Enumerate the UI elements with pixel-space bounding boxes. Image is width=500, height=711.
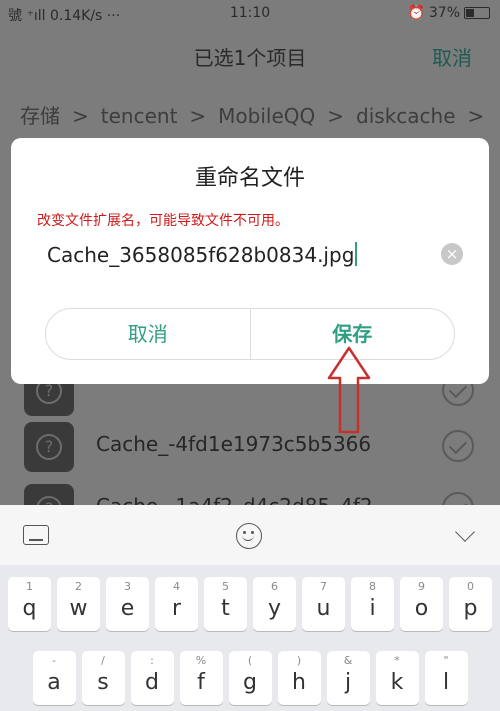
filename-value: Cache_3658085f628b0834.jpg [47,243,355,267]
breadcrumb: 存储 > tencent > MobileQQ > diskcache > [20,100,496,129]
keyboard-switch-icon[interactable] [23,525,49,545]
checkbox-checked-icon[interactable] [442,430,474,462]
dialog-cancel-button[interactable]: 取消 [46,309,250,359]
key-char: q [22,596,37,621]
clear-input-icon[interactable]: × [441,243,463,265]
chevron-down-icon[interactable] [455,522,475,542]
key-y[interactable]: 6y [253,577,296,631]
key-hint: - [52,654,56,667]
page-title: 已选1个项目 [193,46,307,70]
text-caret [355,242,358,266]
alarm-icon: ⏰ [407,5,425,21]
key-a[interactable]: -a [32,651,76,705]
key-hint: " [443,654,449,667]
key-char: k [390,670,404,695]
filename-input[interactable]: Cache_3658085f628b0834.jpg [47,242,358,267]
key-hint: ) [296,654,302,667]
key-char: o [414,596,429,621]
battery-fill [466,9,474,17]
key-char: i [369,596,376,621]
key-hint: ( [247,654,253,667]
key-l[interactable]: " l [424,651,468,705]
key-f[interactable]: % f [179,651,223,705]
list-item[interactable]: ? Cache_-4fd1e1973c5b5366 [0,412,500,474]
keyboard-row-1: 1q2w3e4r5t6y7u8i9o0p [0,577,500,631]
key-k[interactable]: * k [375,651,419,705]
key-char: h [292,670,306,695]
key-hint: 7 [320,580,327,593]
annotation-arrow-icon [327,346,371,434]
key-w[interactable]: 2w [57,577,100,631]
battery-icon [464,7,490,19]
key-char: g [243,670,257,695]
key-char: s [97,670,109,695]
breadcrumb-item[interactable]: diskcache [356,104,455,128]
rename-dialog: 重命名文件 改变文件扩展名，可能导致文件不可用。 Cache_3658085f6… [11,138,489,384]
key-s[interactable]: / s [81,651,125,705]
key-hint: * [394,654,400,667]
key-char: u [316,596,331,621]
breadcrumb-separator: > [189,104,207,128]
key-hint: 9 [418,580,425,593]
key-hint: 2 [75,580,82,593]
key-char: w [69,596,88,621]
key-d[interactable]: :d [130,651,174,705]
key-e[interactable]: 3e [106,577,149,631]
key-r[interactable]: 4r [155,577,198,631]
key-char: e [120,596,135,621]
title-bar: 已选1个项目 取消 [0,28,500,82]
key-j[interactable]: & j [326,651,370,705]
key-hint: 6 [271,580,278,593]
unknown-file-icon: ? [24,422,74,472]
breadcrumb-item[interactable]: 存储 [20,104,60,128]
breadcrumb-separator: > [72,104,89,128]
key-hint: 3 [124,580,131,593]
key-hint: 4 [173,580,180,593]
soft-keyboard: 1q2w3e4r5t6y7u8i9o0p - a / s: d% f(g) h & j * k " l [0,505,500,711]
dialog-title: 重命名文件 [194,166,305,191]
breadcrumb-item[interactable]: tencent [101,104,178,128]
key-hint: % [195,654,207,667]
keyboard-row-2: - a / s: d% f(g) h & j * k " l [0,651,500,705]
emoji-icon[interactable] [236,523,262,549]
key-hint: 0 [467,580,474,593]
battery-percent: 37% [428,5,460,21]
key-hint: / [101,654,105,667]
file-name: Cache_-4fd1e1973c5b5366 [96,432,372,456]
dialog-button-bar: 取消 保存 [45,308,455,360]
key-h[interactable]: ) h [277,651,321,705]
key-g[interactable]: (g [228,651,272,705]
header-cancel-button[interactable]: 取消 [432,42,472,71]
breadcrumb-separator: > [327,104,345,128]
key-q[interactable]: 1q [8,577,51,631]
key-char: j [344,670,352,695]
key-i[interactable]: 8i [351,577,394,631]
status-right: ⏰ 37% [407,5,490,21]
key-p[interactable]: 0p [449,577,492,631]
key-t[interactable]: 5t [204,577,247,631]
breadcrumb-item[interactable]: MobileQQ [218,104,315,128]
key-char: y [267,596,282,621]
key-hint: 5 [222,580,229,593]
keyboard-toolbar [0,505,500,565]
key-char: a [47,670,61,695]
status-bar: 號 ⁺ıll 0.14K/s ··· 11:10 ⏰ 37% [0,0,500,28]
key-hint: & [343,654,353,667]
key-u[interactable]: 7u [302,577,345,631]
breadcrumb-separator: > [467,104,485,128]
key-char: d [145,670,159,695]
key-char: r [171,596,182,621]
key-hint: 8 [369,580,376,593]
key-char: l [442,670,450,695]
key-char: f [197,670,205,695]
extension-warning: 改变文件扩展名，可能导致文件不可用。 [37,213,289,229]
key-hint: 1 [26,580,33,593]
key-char: p [463,596,478,621]
key-o[interactable]: 9o [400,577,443,631]
key-char: t [221,596,230,621]
key-hint: : [150,654,154,667]
